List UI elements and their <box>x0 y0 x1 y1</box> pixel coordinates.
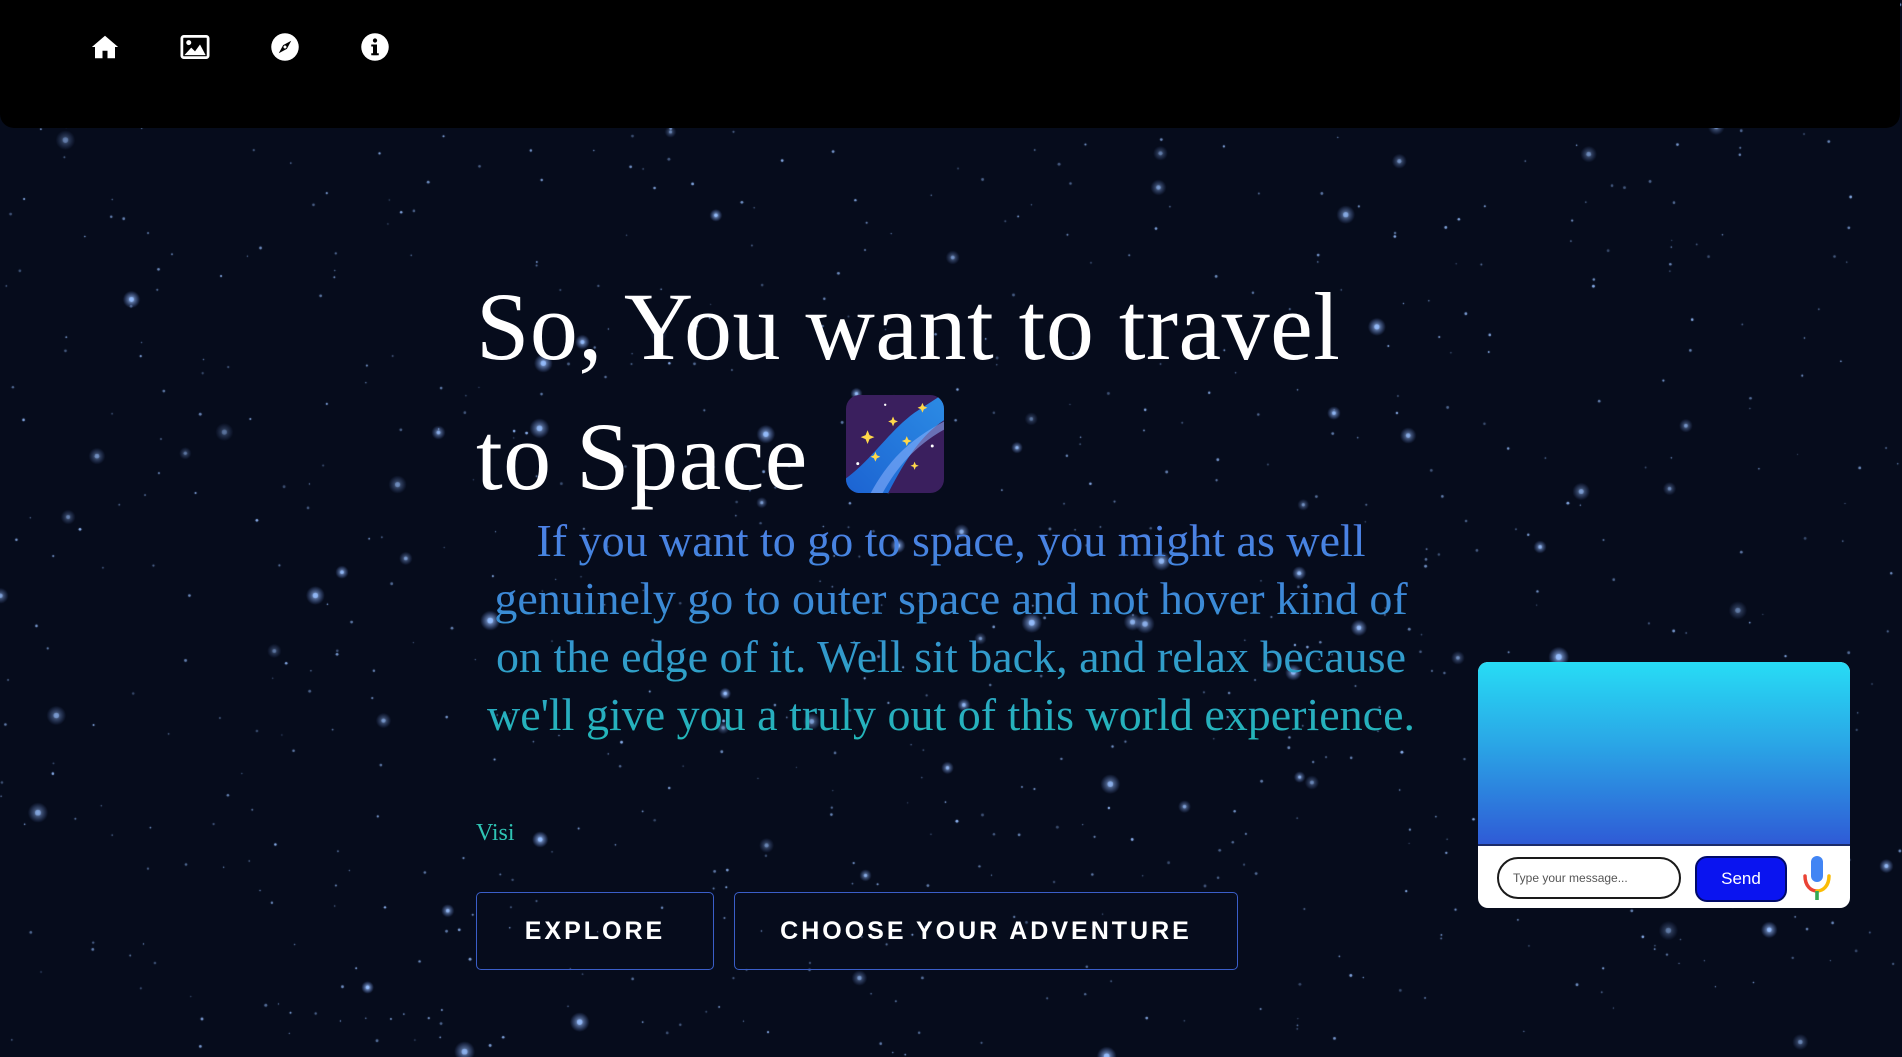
microphone-icon[interactable] <box>1800 854 1834 902</box>
visi-label: Visi <box>476 820 515 846</box>
image-icon[interactable] <box>178 30 212 64</box>
explore-button[interactable]: EXPLORE <box>476 892 714 970</box>
send-button[interactable]: Send <box>1695 856 1787 902</box>
hero-description: If you want to go to space, you might as… <box>476 512 1426 744</box>
hero-section: So, You want to travel to Space <box>476 262 1436 522</box>
headline-line-1: So, You want to travel <box>476 273 1341 380</box>
headline-line-2: to Space <box>476 403 808 510</box>
chat-message-input[interactable] <box>1497 857 1681 899</box>
home-icon[interactable] <box>88 30 122 64</box>
choose-adventure-button[interactable]: CHOOSE YOUR ADVENTURE <box>734 892 1238 970</box>
chat-messages-area[interactable] <box>1478 662 1850 846</box>
chat-widget: Send <box>1478 662 1850 908</box>
info-icon[interactable] <box>358 30 392 64</box>
hero-headline: So, You want to travel to Space <box>476 262 1436 522</box>
compass-icon[interactable] <box>268 30 302 64</box>
milky-way-icon <box>845 395 944 493</box>
top-navbar <box>0 0 1900 128</box>
